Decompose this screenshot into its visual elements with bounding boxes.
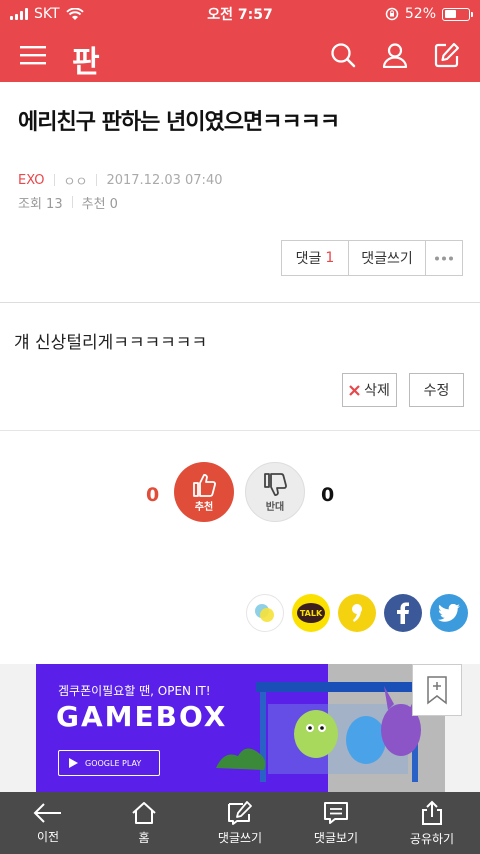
back-button[interactable]: 이전	[0, 792, 96, 854]
profile-button[interactable]	[378, 38, 412, 72]
search-button[interactable]	[326, 38, 360, 72]
author-name: ㅇㅇ	[63, 174, 88, 190]
home-label: 홈	[138, 830, 150, 845]
separator	[71, 196, 73, 208]
upvote-label: 추천	[194, 501, 214, 513]
kakaostory-icon	[255, 604, 274, 622]
user-icon	[382, 43, 408, 68]
upvote-button[interactable]: 추천	[174, 462, 234, 522]
share-band-button[interactable]	[338, 594, 376, 632]
share-icon	[422, 800, 442, 825]
close-icon	[349, 384, 360, 396]
share-bar: TALK	[246, 594, 468, 632]
home-icon	[132, 801, 156, 824]
bookmark-button[interactable]	[412, 664, 462, 716]
home-button[interactable]: 홈	[96, 792, 192, 854]
downvote-button[interactable]: 반대	[245, 462, 305, 522]
post-action-group: 삭제 수정	[342, 373, 464, 407]
recommend-count: 추천 0	[81, 196, 118, 212]
write-comment-button[interactable]: 댓글쓰기	[349, 241, 426, 275]
share-button[interactable]: 공유하기	[384, 792, 480, 854]
menu-button[interactable]	[16, 38, 50, 72]
divider	[0, 302, 480, 303]
view-comments-label: 댓글보기	[313, 830, 359, 845]
status-bar: SKT 오전 7:57 52%	[0, 0, 480, 28]
orientation-lock-icon	[385, 7, 399, 21]
ad-banner[interactable]: 겜쿠폰이필요할 땐, OPEN IT! GAMEBOX GOOGLE PLAY	[36, 664, 445, 792]
more-dots-icon	[435, 256, 453, 260]
upvote-count: 0	[146, 484, 160, 506]
delete-button[interactable]: 삭제	[342, 373, 397, 407]
hamburger-icon	[20, 46, 46, 65]
view-count: 조회 13	[18, 196, 63, 212]
play-icon	[69, 758, 78, 768]
signal-icon	[10, 8, 28, 20]
share-facebook-button[interactable]	[384, 594, 422, 632]
bottom-toolbar: 이전 홈 댓글쓰기 댓글보기 공유하기	[0, 792, 480, 854]
twitter-icon	[438, 604, 460, 622]
write-button[interactable]	[430, 38, 464, 72]
edit-comment-icon	[228, 800, 252, 825]
post-meta: EXO ㅇㅇ 2017.12.03 07:40	[0, 170, 480, 190]
category-link[interactable]: EXO	[18, 173, 45, 188]
view-comments-tab[interactable]: 댓글보기	[288, 792, 384, 854]
google-play-badge[interactable]: GOOGLE PLAY	[58, 750, 160, 776]
search-icon	[331, 43, 356, 68]
more-button[interactable]	[426, 241, 462, 275]
comment-count-button[interactable]: 댓글 1	[282, 241, 349, 275]
arrow-left-icon	[33, 802, 61, 823]
downvote-count: 0	[321, 484, 335, 506]
comment-button-group: 댓글 1 댓글쓰기	[281, 240, 463, 276]
share-kakaotalk-button[interactable]: TALK	[292, 594, 330, 632]
write-comment-tab-label: 댓글쓰기	[217, 830, 263, 845]
comment-label: 댓글	[295, 251, 322, 267]
ad-tagline: 겜쿠폰이필요할 땐, OPEN IT!	[58, 684, 211, 698]
battery-percent: 52%	[404, 6, 436, 22]
comma-icon	[352, 604, 362, 622]
downvote-label: 반대	[265, 501, 285, 513]
top-nav: 판	[0, 28, 480, 82]
wifi-icon	[65, 7, 84, 20]
edit-button[interactable]: 수정	[409, 373, 464, 407]
pann-logo[interactable]: 판	[72, 37, 100, 81]
comment-icon	[324, 801, 348, 824]
bookmark-add-icon	[427, 676, 447, 705]
google-play-label: GOOGLE PLAY	[85, 758, 142, 768]
battery-icon	[442, 7, 473, 21]
write-comment-tab[interactable]: 댓글쓰기	[192, 792, 288, 854]
post-stats: 조회 13 추천 0	[0, 192, 480, 212]
back-label: 이전	[36, 829, 60, 844]
comment-count: 1	[325, 250, 335, 266]
delete-label: 삭제	[364, 383, 390, 399]
ad-illustration	[216, 682, 426, 782]
kakaotalk-label: TALK	[299, 608, 323, 618]
separator	[96, 174, 98, 186]
carrier-label: SKT	[34, 6, 60, 22]
ad-brand: GAMEBOX	[56, 700, 228, 733]
divider	[0, 430, 480, 431]
share-label: 공유하기	[409, 831, 455, 846]
separator	[53, 174, 55, 186]
compose-icon	[434, 42, 460, 68]
facebook-icon	[397, 602, 409, 624]
post-title: 에리친구 판하는 년이였으면ㅋㅋㅋㅋ	[18, 110, 340, 135]
vote-area: 0 추천 반대 0	[0, 462, 480, 524]
thumbs-down-icon	[264, 472, 287, 496]
share-kakaostory-button[interactable]	[246, 594, 284, 632]
kakaotalk-icon: TALK	[297, 603, 325, 623]
thumbs-up-icon	[193, 473, 216, 497]
post-body: 걔 신상털리게ㅋㅋㅋㅋㅋㅋ	[14, 333, 208, 353]
post-datetime: 2017.12.03 07:40	[106, 172, 223, 188]
share-twitter-button[interactable]	[430, 594, 468, 632]
